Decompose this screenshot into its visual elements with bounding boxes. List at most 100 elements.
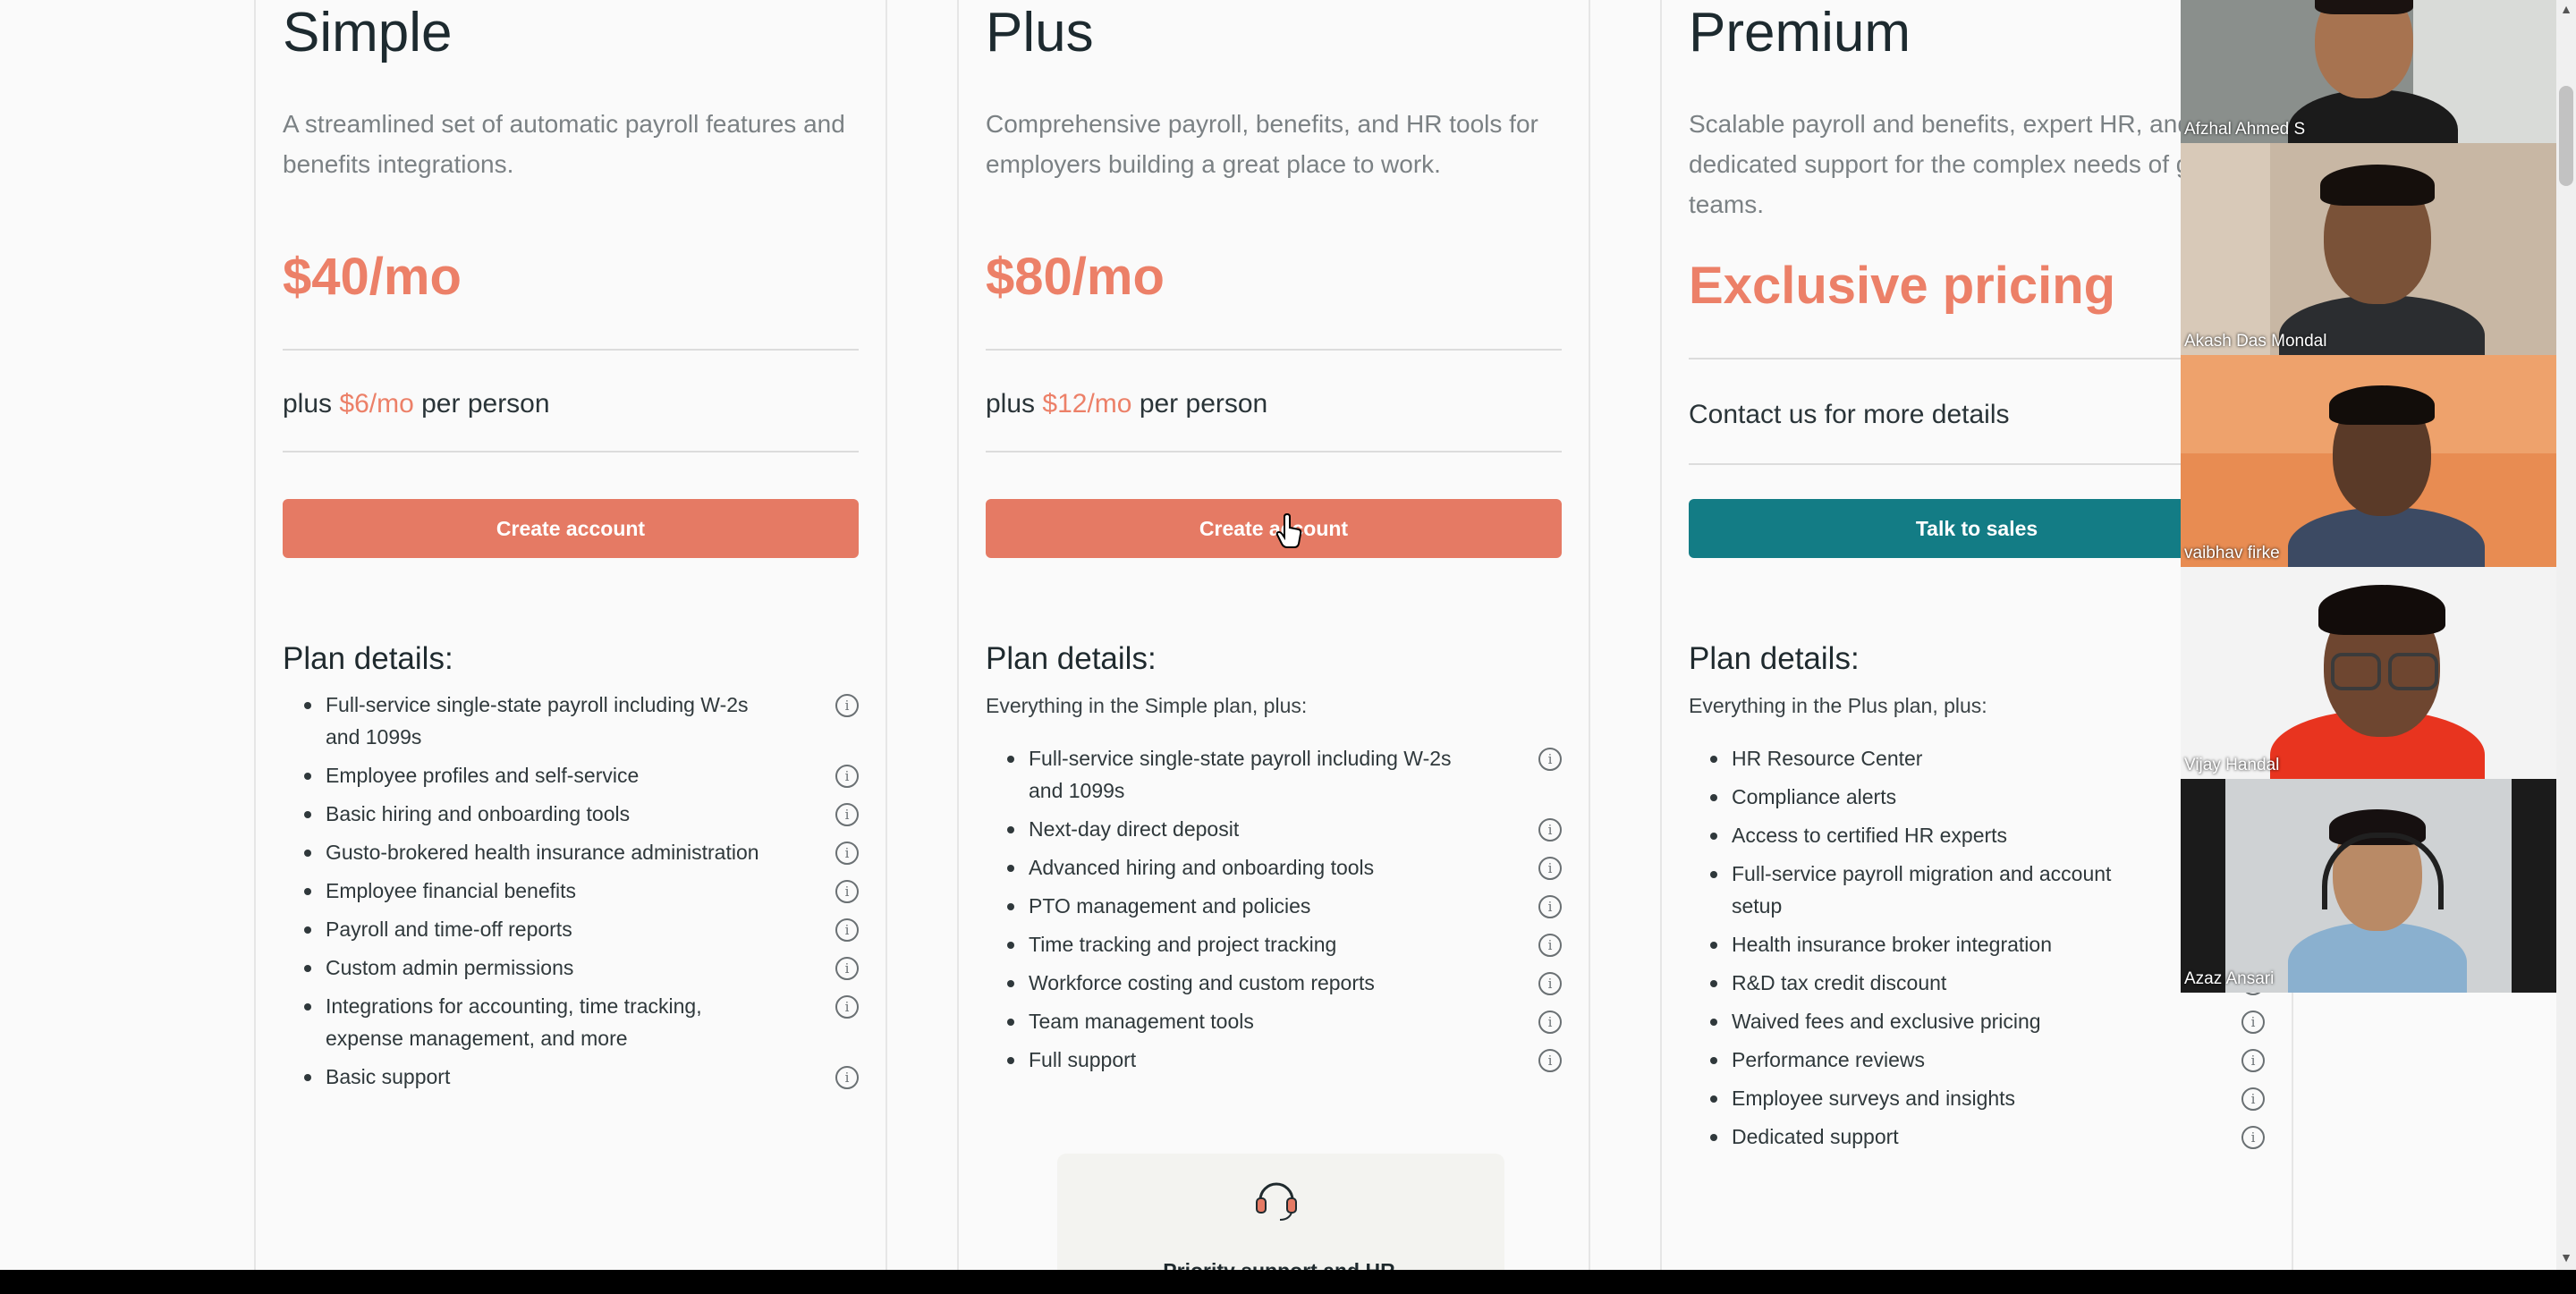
feature-text: Employee financial benefits bbox=[326, 879, 576, 902]
divider bbox=[986, 451, 1562, 452]
plan-price: Exclusive pricing bbox=[1689, 257, 2116, 315]
divider bbox=[986, 349, 1562, 351]
info-icon[interactable]: i bbox=[835, 918, 859, 942]
feature-text: Full-service single-state payroll includ… bbox=[326, 693, 749, 748]
feature-text: Advanced hiring and onboarding tools bbox=[1029, 856, 1375, 879]
info-icon[interactable]: i bbox=[2241, 1011, 2265, 1034]
feature-item: Full support i bbox=[986, 1044, 1562, 1076]
feature-text: R&D tax credit discount bbox=[1732, 971, 1947, 994]
feature-text: Next-day direct deposit bbox=[1029, 817, 1240, 841]
per-suffix: per person bbox=[1139, 389, 1268, 419]
info-icon[interactable]: i bbox=[2241, 1049, 2265, 1072]
feature-item: Performance reviews i bbox=[1689, 1044, 2265, 1076]
feature-item: Waived fees and exclusive pricing i bbox=[1689, 1005, 2265, 1037]
plan-intro: Everything in the Plus plan, plus: bbox=[1689, 694, 1987, 717]
feature-item: Employee profiles and self-service i bbox=[283, 759, 859, 791]
participant-name: Vijay Handal bbox=[2184, 756, 2280, 774]
feature-text: Compliance alerts bbox=[1732, 785, 1897, 808]
plan-name: Simple bbox=[283, 2, 453, 63]
feature-item: Custom admin permissions i bbox=[283, 951, 859, 984]
per-prefix: plus bbox=[283, 389, 333, 419]
feature-item: Workforce costing and custom reports i bbox=[986, 967, 1562, 999]
info-icon[interactable]: i bbox=[835, 694, 859, 717]
feature-item: Next-day direct deposit i bbox=[986, 813, 1562, 845]
feature-text: Integrations for accounting, time tracki… bbox=[326, 994, 702, 1050]
scrollbar-thumb[interactable] bbox=[2559, 86, 2573, 186]
contact-text: Contact us for more details bbox=[1689, 400, 2010, 429]
feature-item: Basic support i bbox=[283, 1061, 859, 1093]
info-icon[interactable]: i bbox=[2241, 1087, 2265, 1111]
feature-item: Full-service single-state payroll includ… bbox=[986, 742, 1562, 807]
feature-item: Dedicated support i bbox=[1689, 1121, 2265, 1153]
info-icon[interactable]: i bbox=[835, 880, 859, 903]
info-icon[interactable]: i bbox=[835, 995, 859, 1019]
info-icon[interactable]: i bbox=[835, 1066, 859, 1089]
bottom-bar bbox=[0, 1270, 2576, 1294]
per-suffix: per person bbox=[421, 389, 550, 419]
info-icon[interactable]: i bbox=[1538, 1049, 1562, 1072]
create-account-button[interactable]: Create account bbox=[283, 499, 859, 558]
plan-details-title: Plan details: bbox=[986, 641, 1157, 676]
info-icon[interactable]: i bbox=[1538, 818, 1562, 842]
feature-text: Full support bbox=[1029, 1048, 1137, 1071]
info-icon[interactable]: i bbox=[835, 842, 859, 865]
scroll-down-arrow-icon[interactable]: ▼ bbox=[2558, 1250, 2574, 1266]
feature-text: Full-service payroll migration and accou… bbox=[1732, 862, 2112, 918]
feature-text: Time tracking and project tracking bbox=[1029, 933, 1337, 956]
create-account-button[interactable]: Create account bbox=[986, 499, 1562, 558]
feature-item: Health insurance broker integrationi bbox=[1689, 928, 2265, 960]
talk-to-sales-button[interactable]: Talk to sales bbox=[1689, 499, 2265, 558]
info-icon[interactable]: i bbox=[1538, 972, 1562, 995]
participant-tile[interactable]: Akash Das Mondal bbox=[2181, 143, 2558, 355]
info-icon[interactable]: i bbox=[1538, 748, 1562, 771]
column-divider bbox=[1660, 0, 1662, 1270]
plan-intro: Everything in the Simple plan, plus: bbox=[986, 694, 1308, 717]
feature-item: PTO management and policies i bbox=[986, 890, 1562, 922]
feature-text: Performance reviews bbox=[1732, 1048, 1926, 1071]
feature-item: Integrations for accounting, time tracki… bbox=[283, 990, 859, 1054]
info-icon[interactable]: i bbox=[2241, 1126, 2265, 1149]
plan-name: Premium bbox=[1689, 2, 1911, 63]
plan-name: Plus bbox=[986, 2, 1094, 63]
feature-item: HR Resource Centeri bbox=[1689, 742, 2265, 774]
hand-cursor-icon bbox=[1275, 513, 1302, 548]
plan-price: $80/mo bbox=[986, 248, 1165, 306]
info-icon[interactable]: i bbox=[835, 803, 859, 826]
divider bbox=[1689, 358, 2265, 359]
feature-item: Gusto-brokered health insurance administ… bbox=[283, 836, 859, 868]
feature-text: Basic hiring and onboarding tools bbox=[326, 802, 631, 825]
participant-tile[interactable]: Vijay Handal bbox=[2181, 567, 2558, 779]
info-icon[interactable]: i bbox=[835, 957, 859, 980]
feature-text: Workforce costing and custom reports bbox=[1029, 971, 1375, 994]
column-divider bbox=[1589, 0, 1590, 1270]
info-icon[interactable]: i bbox=[835, 765, 859, 788]
feature-text: Employee surveys and insights bbox=[1732, 1087, 2016, 1110]
feature-item: Employee surveys and insights i bbox=[1689, 1082, 2265, 1114]
feature-item: Advanced hiring and onboarding tools i bbox=[986, 851, 1562, 884]
participant-tile[interactable]: Azaz Ansari bbox=[2181, 779, 2558, 993]
feature-text: Employee profiles and self-service bbox=[326, 764, 640, 787]
feature-item: Employee financial benefits i bbox=[283, 875, 859, 907]
info-icon[interactable]: i bbox=[1538, 934, 1562, 957]
feature-text: Payroll and time-off reports bbox=[326, 918, 572, 941]
column-divider bbox=[886, 0, 887, 1270]
per-prefix: plus bbox=[986, 389, 1036, 419]
participant-name: Afzhal Ahmed S bbox=[2184, 120, 2306, 139]
vertical-scrollbar[interactable]: ▲ ▼ bbox=[2556, 0, 2576, 1270]
info-icon[interactable]: i bbox=[1538, 1011, 1562, 1034]
participant-name: Azaz Ansari bbox=[2184, 969, 2275, 988]
feature-text: Dedicated support bbox=[1732, 1125, 1899, 1148]
participant-tile[interactable]: vaibhav firke bbox=[2181, 355, 2558, 567]
plan-details-title: Plan details: bbox=[1689, 641, 1860, 676]
feature-text: Health insurance broker integration bbox=[1732, 933, 2052, 956]
info-icon[interactable]: i bbox=[1538, 895, 1562, 918]
plan-description: A streamlined set of automatic payroll f… bbox=[283, 110, 845, 178]
plan-details-title: Plan details: bbox=[283, 641, 453, 676]
scroll-up-arrow-icon[interactable]: ▲ bbox=[2558, 2, 2574, 18]
feature-list: Full-service single-state payroll includ… bbox=[986, 742, 1562, 1082]
info-icon[interactable]: i bbox=[1538, 857, 1562, 880]
participant-tile[interactable]: Afzhal Ahmed S bbox=[2181, 0, 2558, 143]
per-person-price: plus $6/mo per person bbox=[283, 385, 550, 424]
feature-list: HR Resource Centeri Compliance alertsi A… bbox=[1689, 742, 2265, 1159]
feature-text: Basic support bbox=[326, 1065, 451, 1088]
